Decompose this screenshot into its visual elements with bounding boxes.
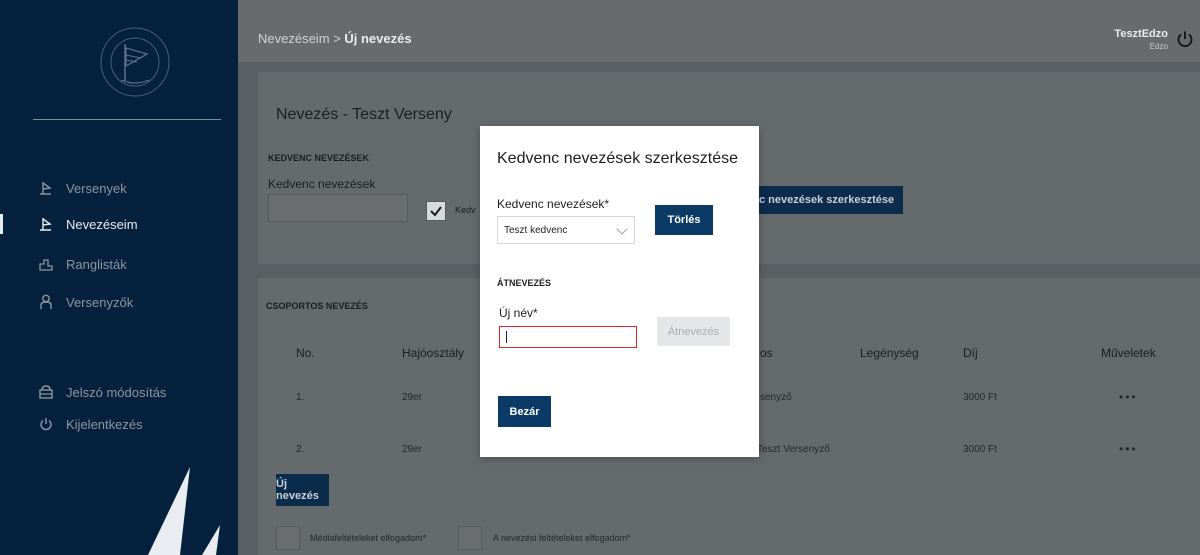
sail-flag-icon	[38, 180, 54, 196]
breadcrumb-current: Új nevezés	[344, 31, 412, 46]
cell-owner: Teszt Versenyző	[757, 444, 830, 455]
federation-logo	[95, 22, 175, 102]
rename-button[interactable]: Átnevezés	[657, 317, 730, 346]
sidebar-item-label: Versenyek	[66, 180, 127, 196]
modal-title: Kedvenc nevezések szerkesztése	[497, 150, 739, 167]
media-terms-label: Médiafeltételeket elfogadom*	[310, 533, 427, 543]
sidebar-item-password[interactable]: Jelszó módosítás	[0, 380, 238, 404]
lock-icon	[38, 384, 54, 400]
row-actions-button[interactable]: •••	[1119, 390, 1138, 404]
entry-terms-label: A nevezési feltételeket elfogadom*	[493, 533, 631, 543]
row-actions-button[interactable]: •••	[1119, 442, 1138, 456]
check-icon	[430, 206, 442, 217]
group-section-label: CSOPORTOS NEVEZÉS	[266, 301, 368, 311]
cell-owner: senyző	[760, 392, 792, 403]
user-role: Edzo	[1149, 42, 1168, 51]
favorites-section-label: KEDVENC NEVEZÉSEK	[268, 153, 370, 163]
sidebar-item-label: Ranglisták	[66, 256, 127, 272]
favorites-field-label: Kedvenc nevezések	[268, 177, 376, 191]
sidebar-item-label: Kijelentkezés	[66, 416, 143, 432]
rename-section-label: ÁTNEVEZÉS	[497, 278, 552, 288]
power-icon[interactable]	[1176, 30, 1194, 48]
breadcrumb: Nevezéseim > Új nevezés	[258, 31, 412, 46]
sidebar-item-label: Jelszó módosítás	[66, 384, 167, 400]
sail-decoration	[148, 467, 220, 555]
sidebar-divider	[33, 119, 221, 120]
entry-terms-checkbox[interactable]	[458, 526, 482, 550]
cell-fee: 3000 Ft	[963, 392, 997, 403]
person-icon	[38, 294, 54, 310]
close-button[interactable]: Bezár	[498, 396, 551, 427]
new-name-label: Új név*	[499, 306, 538, 320]
sidebar-item-versenyek[interactable]: Versenyek	[0, 176, 238, 200]
sidebar-item-label: Nevezéseim	[66, 216, 138, 232]
cell-fee: 3000 Ft	[963, 444, 997, 455]
edit-favorites-button[interactable]: c nevezések szerkesztése	[759, 186, 903, 214]
favorites-select-label: Kedvenc nevezések*	[497, 197, 610, 211]
page-title: Nevezés - Teszt Verseny	[276, 106, 452, 123]
sidebar-item-label: Versenyzők	[66, 294, 134, 310]
sail-flag-icon	[38, 216, 54, 232]
col-header-crew: Legénység	[860, 346, 919, 360]
delete-button[interactable]: Törlés	[655, 205, 713, 235]
sidebar-item-nevezeseim[interactable]: Nevezéseim	[0, 212, 238, 236]
podium-icon	[38, 256, 54, 272]
breadcrumb-separator: >	[333, 31, 341, 46]
sidebar-item-ranglistak[interactable]: Ranglisták	[0, 252, 238, 276]
col-header-no: No.	[296, 346, 315, 360]
user-name: TesztEdzo	[1114, 28, 1168, 40]
sidebar-item-logout[interactable]: Kijelentkezés	[0, 412, 238, 436]
cell-no: 2.	[296, 444, 305, 455]
favorites-select-value: Teszt kedvenc	[504, 224, 568, 236]
col-header-fee: Díj	[963, 346, 978, 360]
breadcrumb-parent[interactable]: Nevezéseim	[258, 31, 330, 46]
new-entry-button[interactable]: Új nevezés	[276, 474, 329, 506]
chevron-down-icon	[616, 223, 628, 235]
favorites-select[interactable]	[268, 194, 408, 222]
col-header-actions: Műveletek	[1101, 346, 1156, 360]
favorites-select[interactable]: Teszt kedvenc	[497, 216, 635, 244]
sidebar-item-versenyzok[interactable]: Versenyzők	[0, 290, 238, 314]
favorites-edit-modal: Kedvenc nevezések szerkesztése Kedvenc n…	[480, 126, 759, 457]
cell-class: 29er	[402, 444, 423, 455]
text-caret	[506, 331, 507, 343]
col-header-owner: os	[760, 346, 773, 360]
col-header-class: Hajóosztály	[402, 346, 465, 360]
power-icon	[38, 416, 54, 432]
top-bar: Nevezéseim > Új nevezés TesztEdzo Edzo	[238, 0, 1200, 62]
sidebar: Versenyek Nevezéseim Ranglisták Versenyz…	[0, 0, 238, 555]
user-info: TesztEdzo Edzo	[1114, 28, 1168, 51]
new-name-input[interactable]	[499, 326, 637, 348]
cell-class: 29er	[402, 392, 423, 403]
cell-no: 1.	[296, 392, 305, 403]
favorites-checkbox[interactable]	[426, 201, 446, 221]
favorites-checkbox-label: Kedv	[455, 205, 476, 215]
media-terms-checkbox[interactable]	[276, 526, 300, 550]
